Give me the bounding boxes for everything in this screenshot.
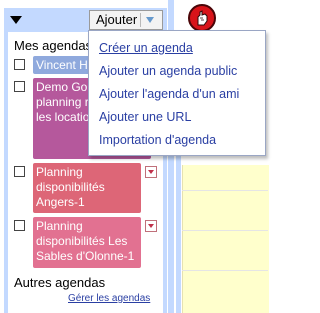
hand-pointer-cursor-icon	[188, 4, 216, 32]
add-calendar-button[interactable]: Ajouter	[89, 10, 163, 30]
menu-item-import-calendar[interactable]: Importation d'agenda	[99, 133, 216, 147]
add-calendar-menu: Créer un agenda Ajouter un agenda public…	[88, 30, 266, 156]
calendar-checkbox[interactable]	[14, 166, 25, 177]
chevron-down-icon[interactable]	[145, 166, 157, 178]
calendar-checkbox[interactable]	[14, 81, 25, 92]
triangle-down-icon[interactable]	[10, 16, 22, 24]
button-divider	[140, 13, 141, 27]
other-calendars-heading[interactable]: Autres agendas	[14, 275, 105, 290]
grid-line	[182, 230, 268, 231]
menu-item-add-url[interactable]: Ajouter une URL	[99, 110, 191, 124]
today-column[interactable]	[182, 165, 269, 313]
manage-calendars-link[interactable]: Gérer les agendas	[68, 293, 150, 304]
grid-line	[182, 190, 268, 191]
calendar-chip[interactable]: Planning disponibilités Angers-1	[33, 163, 141, 213]
calendar-checkbox[interactable]	[14, 59, 25, 70]
chevron-down-icon[interactable]	[145, 220, 157, 232]
chevron-down-icon[interactable]	[146, 17, 154, 23]
grid-line	[182, 270, 268, 271]
calendar-checkbox[interactable]	[14, 220, 25, 231]
add-button-label: Ajouter	[96, 12, 138, 27]
menu-item-create-calendar[interactable]: Créer un agenda	[99, 41, 193, 55]
menu-item-add-friend-calendar[interactable]: Ajouter l'agenda d'un ami	[99, 87, 239, 101]
my-calendars-heading[interactable]: Mes agendas	[14, 38, 92, 53]
calendar-chip[interactable]: Planning disponibilités Les Sables d'Olo…	[33, 217, 141, 268]
menu-item-add-public-calendar[interactable]: Ajouter un agenda public	[99, 64, 237, 78]
